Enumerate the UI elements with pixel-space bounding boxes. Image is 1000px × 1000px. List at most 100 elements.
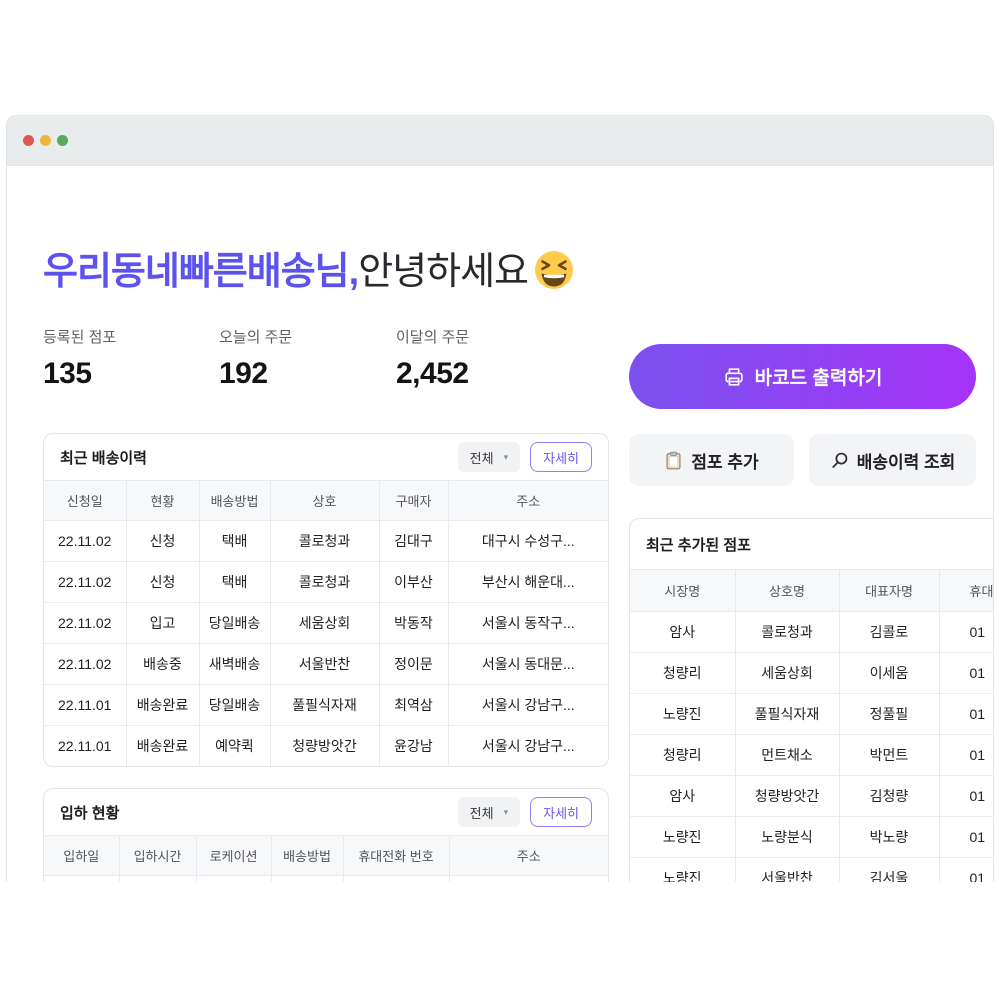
table-row: 22.11.01 배송완료 당일배송 풀필식자재 최역삼 서울시 강남구... [44,684,608,726]
column-header: 배송방법 [271,835,344,876]
stat-label: 등록된 점포 [43,329,117,346]
delivery-filter-dropdown[interactable]: 전체 ▾ [457,442,521,472]
column-header: 주소 [449,835,608,876]
zoom-window-button[interactable] [57,135,68,146]
table-cell: 박동작 [379,602,449,644]
chevron-down-icon: ▾ [503,451,509,462]
stat-month-orders: 이달의 주문 2,452 [396,326,469,391]
table-cell: 택배 [271,875,344,882]
table-cell: 22.11.02 [44,602,127,644]
page-title: 우리동네빠른배송님, 안녕하세요 [43,240,574,295]
table-cell: 17:59 [119,875,197,882]
table-cell: 22.11.02 [44,643,127,685]
table-cell: 정이문 [379,643,449,685]
table-cell: 김청량 [839,775,940,817]
recent-stores-card: 최근 추가된 점포 자세히 시장명상호명대표자명휴대전화 번호 암사콜로청과김콜… [629,518,993,882]
table-cell: 박노량 [839,816,940,858]
table-row: 청량리 세움상회 이세움 01 [630,652,993,694]
table-cell: 부산시 해운대... [448,561,608,603]
search-icon [832,452,847,468]
inbound-table: 입하일입하시간로케이션배송방법휴대전화 번호주소 22.11.0217:59CN… [44,835,608,882]
table-cell: 01 [939,693,993,735]
column-header: 로케이션 [196,835,272,876]
column-header: 대표자명 [839,569,940,612]
table-cell: 청량방앗간 [735,775,840,817]
table-cell: 서울시 강남구... [448,684,608,726]
table-cell: 청량리 [630,734,736,776]
table-cell: 22.11.02 [44,561,127,603]
table-cell: 풀필식자재 [735,693,840,735]
delivery-detail-button[interactable]: 자세히 [530,442,592,472]
table-cell: 01 [939,816,993,858]
inbound-detail-button[interactable]: 자세히 [530,797,592,827]
laughing-emoji-icon [535,250,574,289]
recent-delivery-card: 최근 배송이력 전체 ▾ 자세히 신청일 현황 배송방법 상호 구매자 주소 22.11.… [43,433,609,767]
table-cell: 당일배송 [199,602,271,644]
table-cell: 암사 [630,611,736,653]
table-cell: 먼트채소 [735,734,840,776]
table-row: 노량진 서울반찬 김서울 01 [630,857,993,882]
column-header: 배송방법 [199,480,271,521]
recent-stores-table: 시장명상호명대표자명휴대전화 번호 암사콜로청과김콜로01청량리세움상회이세움0… [630,569,993,882]
table-row: 노량진 풀필식자재 정풀필 01 [630,693,993,735]
table-cell: 01 [939,857,993,882]
table-row: 22.11.02 신청 택배 콜로청과 이부산 부산시 해운대... [44,561,608,603]
table-row: 22.11.0217:59CNN-...택배010-53...서울시 동작구..… [44,875,608,882]
table-cell: 김서울 [839,857,940,882]
table-row: 22.11.02 신청 택배 콜로청과 김대구 대구시 수성구... [44,520,608,562]
stat-today-orders: 오늘의 주문 192 [219,326,292,391]
table-cell: 서울시 동작구... [449,875,608,882]
table-cell: 서울시 동작구... [448,602,608,644]
table-cell: 당일배송 [199,684,271,726]
card-title: 입하 현황 [60,804,120,822]
stat-registered-stores: 등록된 점포 135 [43,326,116,391]
page: 우리동네빠른배송님, 안녕하세요 등록된 점포 135 오늘의 주문 192 이… [0,0,1000,1000]
clipboard-icon [666,451,681,469]
table-cell: 이부산 [379,561,449,603]
dashboard-content: 우리동네빠른배송님, 안녕하세요 등록된 점포 135 오늘의 주문 192 이… [7,166,993,882]
table-cell: 01 [939,775,993,817]
table-cell: 정풀필 [839,693,940,735]
table-cell: 콜로청과 [270,561,380,603]
table-cell: 택배 [199,520,271,562]
card-title: 최근 배송이력 [60,449,147,467]
window-titlebar [7,116,993,166]
table-cell: 010-53... [343,875,450,882]
table-cell: 노량진 [630,857,736,882]
column-header: 상호명 [735,569,840,612]
table-cell: 22.11.01 [44,725,127,766]
add-store-button[interactable]: 점포 추가 [629,434,794,486]
table-cell: 서울시 강남구... [481,738,575,755]
table-cell: 세움상회 [270,602,380,644]
table-cell: 22.11.02 [44,520,127,562]
search-history-button[interactable]: 배송이력 조회 [809,434,976,486]
card-title: 최근 추가된 점포 [646,536,751,554]
column-header: 상호 [270,480,380,521]
table-cell: 예약퀵 [199,725,271,766]
stat-label: 오늘의 주문 [219,329,293,346]
minimize-window-button[interactable] [40,135,51,146]
close-window-button[interactable] [23,135,34,146]
inbound-filter-dropdown[interactable]: 전체 ▾ [457,797,521,827]
table-cell: 대구시 수성구... [448,520,608,562]
table-cell: 22.11.01 [44,684,127,726]
inbound-status-card: 입하 현황 전체 ▾ 자세히 입하일 입하시간 로케이션 배송방법 휴대전화 번호 주소 … [43,788,609,882]
table-cell: 배송중 [126,643,200,685]
column-header: 구매자 [379,480,449,521]
print-barcode-button[interactable]: 바코드 출력하기 [629,344,976,409]
table-cell: 청량리 [630,652,736,694]
table-cell: 윤강남 [379,725,449,766]
table-cell: 서울반찬 [270,643,380,685]
table-row: 청량리 먼트채소 박먼트 01 [630,734,993,776]
chevron-down-icon: ▾ [503,806,509,817]
table-cell: 택배 [199,561,271,603]
table-cell: 이세움 [839,652,940,694]
stat-value: 192 [219,357,268,390]
column-header: 주소 [448,480,608,521]
recent-delivery-table: 신청일 현황 배송방법 상호 구매자 주소 22.11.02 신청 택배 콜로청과 김대구 대구시 … [44,480,608,766]
table-cell: 최역삼 [379,684,449,726]
table-cell: 신청 [126,520,200,562]
table-row: 암사 콜로청과 김콜로 01 [630,611,993,653]
column-header: 시장명 [630,569,736,612]
column-header: 휴대전화 번호 [343,835,450,876]
